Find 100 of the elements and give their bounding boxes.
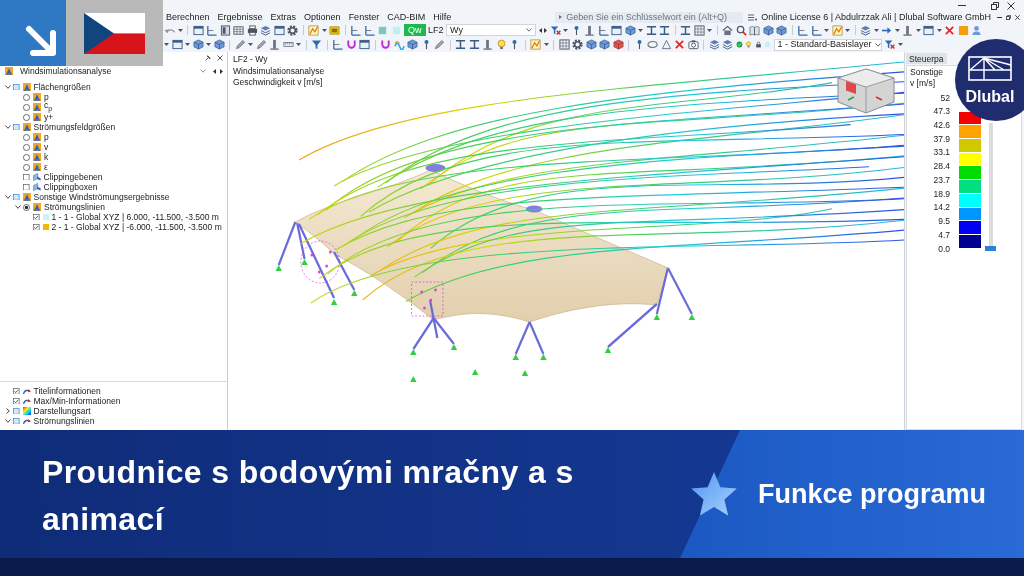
next-icon[interactable] bbox=[220, 68, 223, 74]
checkbox[interactable] bbox=[33, 223, 40, 231]
close-icon[interactable] bbox=[217, 54, 223, 61]
view-cube-icon[interactable] bbox=[836, 68, 896, 114]
checkbox[interactable] bbox=[23, 183, 30, 191]
window-icon[interactable] bbox=[171, 39, 183, 50]
load-case-dropdown[interactable]: Wy bbox=[446, 24, 536, 36]
beam-icon[interactable] bbox=[468, 39, 480, 50]
radio-button[interactable] bbox=[23, 133, 30, 141]
color-swatch-icon[interactable] bbox=[390, 24, 402, 36]
ruler-icon[interactable] bbox=[282, 39, 294, 50]
radio-button[interactable] bbox=[23, 103, 30, 111]
tile-icon[interactable] bbox=[957, 24, 969, 36]
tree-item-label[interactable]: 1 - 1 - Global XYZ | 6.000, -11.500, -3.500 m bbox=[51, 212, 219, 222]
bulb-icon[interactable] bbox=[495, 39, 507, 50]
list-icon[interactable] bbox=[748, 13, 758, 21]
triangle-icon[interactable] bbox=[660, 39, 672, 50]
camera-icon[interactable] bbox=[687, 39, 699, 50]
caret-icon[interactable] bbox=[543, 43, 549, 46]
caret-icon[interactable] bbox=[321, 28, 327, 32]
radio-button[interactable] bbox=[23, 143, 30, 151]
tree-item-label[interactable]: Clippingebenen bbox=[43, 172, 103, 182]
color-swatch-icon[interactable] bbox=[377, 24, 388, 36]
checkbox[interactable] bbox=[23, 173, 30, 181]
layers-icon[interactable] bbox=[260, 24, 271, 36]
check-circle-icon[interactable] bbox=[735, 41, 743, 48]
tree-item-label[interactable]: c$_{p}$ bbox=[44, 101, 53, 113]
layer-dropdown[interactable]: 1 - Standard-Basislayer bbox=[773, 38, 882, 51]
menu-item[interactable]: Berechnen bbox=[166, 12, 210, 22]
tree-item-label[interactable]: y+ bbox=[44, 112, 54, 122]
cube-icon[interactable] bbox=[776, 24, 787, 36]
house-icon[interactable] bbox=[722, 24, 733, 36]
caret-icon[interactable] bbox=[824, 28, 829, 32]
ring-icon[interactable] bbox=[647, 39, 658, 50]
checkbox[interactable] bbox=[13, 417, 20, 425]
close-icon[interactable] bbox=[1007, 1, 1015, 10]
search-icon[interactable] bbox=[735, 24, 747, 36]
slider-track[interactable] bbox=[985, 123, 996, 251]
menu-item[interactable]: Fenster bbox=[348, 12, 380, 22]
tree-item-label[interactable]: p bbox=[44, 132, 49, 142]
radio-button[interactable] bbox=[23, 153, 30, 161]
tree-item-label[interactable]: Darstellungsart bbox=[33, 406, 91, 416]
layers-icon[interactable] bbox=[708, 39, 720, 50]
panel-icon[interactable] bbox=[219, 24, 231, 36]
beam-icon[interactable] bbox=[680, 24, 691, 36]
caret-icon[interactable] bbox=[185, 43, 190, 46]
tree-item-label[interactable]: p bbox=[44, 92, 49, 102]
checkbox[interactable] bbox=[13, 397, 20, 405]
magnet-icon[interactable] bbox=[380, 39, 391, 50]
column-icon[interactable] bbox=[902, 24, 913, 36]
radio-button[interactable] bbox=[23, 163, 30, 171]
caret-icon[interactable] bbox=[248, 43, 253, 46]
minimize-icon[interactable] bbox=[997, 16, 1002, 18]
caret-icon[interactable] bbox=[845, 28, 850, 32]
tree-item-label[interactable]: ε bbox=[44, 162, 48, 172]
axes-icon[interactable] bbox=[597, 24, 609, 36]
axes-icon[interactable] bbox=[350, 24, 361, 36]
book-icon[interactable] bbox=[749, 24, 760, 36]
axes-icon[interactable] bbox=[206, 24, 217, 36]
window-icon[interactable] bbox=[923, 24, 934, 36]
beam-icon[interactable] bbox=[659, 24, 670, 36]
window-icon[interactable] bbox=[192, 24, 204, 36]
lock-icon[interactable] bbox=[754, 41, 762, 48]
tree-item-label[interactable]: Clippingboxen bbox=[43, 182, 98, 192]
menu-item[interactable]: CAD-BIM bbox=[387, 12, 426, 22]
chevron-icon[interactable] bbox=[14, 205, 21, 209]
cube-icon[interactable] bbox=[762, 24, 774, 36]
filter-icon[interactable] bbox=[311, 39, 322, 50]
checkbox[interactable] bbox=[13, 193, 20, 201]
filter-icon[interactable] bbox=[549, 24, 561, 36]
cube-icon[interactable] bbox=[624, 24, 636, 36]
panel-tab[interactable]: Steuerpa bbox=[906, 53, 947, 64]
axes-icon[interactable] bbox=[332, 39, 343, 50]
tree-item-label[interactable]: Max/Min-Informationen bbox=[33, 396, 121, 406]
restore-icon[interactable] bbox=[1006, 14, 1011, 20]
tree-item-label[interactable]: Sonstige Windströmungsergebnisse bbox=[33, 192, 170, 202]
gear-icon[interactable] bbox=[287, 24, 298, 36]
window-icon[interactable] bbox=[273, 24, 285, 36]
chevron-down-icon[interactable] bbox=[200, 69, 206, 73]
checkbox[interactable] bbox=[13, 407, 20, 415]
axes-icon[interactable] bbox=[797, 24, 808, 36]
caret-icon[interactable] bbox=[164, 43, 169, 46]
cube-icon[interactable] bbox=[407, 39, 418, 50]
cross-icon[interactable] bbox=[944, 24, 955, 36]
radio-button[interactable] bbox=[23, 203, 30, 211]
color-swatch-icon[interactable] bbox=[764, 41, 771, 48]
column-icon[interactable] bbox=[482, 39, 493, 50]
pencil-icon[interactable] bbox=[434, 39, 445, 50]
checkbox[interactable] bbox=[13, 387, 20, 395]
tree-item-label[interactable]: Strömungsfeldgrößen bbox=[33, 122, 116, 132]
tree-item-label[interactable]: Strömungslinien bbox=[44, 202, 105, 212]
cube-icon[interactable] bbox=[612, 39, 624, 50]
arrow-icon[interactable] bbox=[881, 24, 892, 36]
gear-icon[interactable] bbox=[572, 39, 583, 50]
tree-item-label[interactable]: Strömungslinien bbox=[33, 416, 95, 426]
beam-icon[interactable] bbox=[455, 39, 466, 50]
chevron-icon[interactable] bbox=[4, 85, 11, 89]
search-field[interactable]: Geben Sie ein Schlüsselwort ein (Alt+Q) bbox=[555, 11, 744, 23]
caret-icon[interactable] bbox=[638, 28, 643, 32]
checkbox[interactable] bbox=[13, 83, 20, 91]
